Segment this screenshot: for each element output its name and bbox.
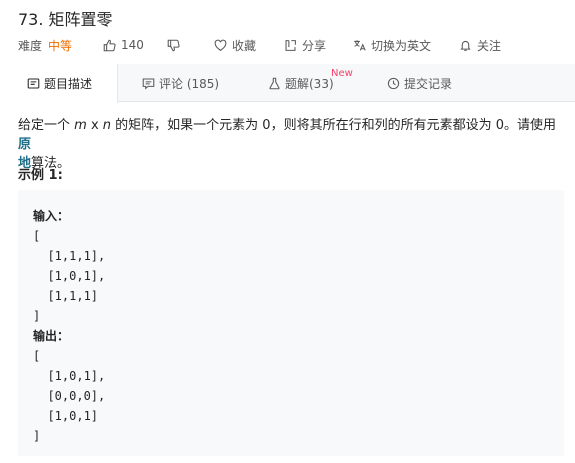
example-code-block: 输入： [ [1,1,1], [1,0,1], [1,1,1] ] 输出： [ … — [18, 190, 564, 456]
code-line: [ — [33, 229, 41, 243]
var-n: n — [102, 118, 112, 133]
tab-solutions-label: 题解(33) — [285, 76, 334, 91]
times-sign: x — [86, 118, 103, 133]
thumbs-down-icon — [166, 38, 180, 52]
tab-comments-label: 评论 (185) — [159, 76, 220, 91]
output-label: 输出： — [33, 329, 70, 343]
example-heading: 示例 1: — [18, 168, 63, 183]
tab-comments[interactable]: 评论 (185) — [141, 64, 219, 102]
flask-icon — [267, 76, 281, 90]
difficulty-value: 中等 — [48, 38, 73, 53]
share-button[interactable]: 分享 — [283, 36, 326, 54]
follow-label: 关注 — [477, 38, 502, 53]
new-badge: New — [331, 68, 353, 79]
in-place-link-part1[interactable]: 原 — [18, 137, 31, 152]
thumbs-up-icon — [102, 38, 116, 52]
code-line: [1,1,1], — [33, 249, 106, 263]
bell-icon — [458, 38, 472, 52]
tab-solutions[interactable]: 题解(33) — [267, 64, 334, 102]
code-line: [1,0,1], — [33, 269, 106, 283]
difficulty-label: 难度 — [18, 38, 43, 53]
code-line: [ — [33, 349, 41, 363]
switch-language-button[interactable]: 切换为英文 — [352, 36, 431, 54]
description-text-2: 的矩阵，如果一个元素为 0，则将其所在行和列的所有元素都设为 0。请使用 — [111, 118, 556, 133]
like-count: 140 — [121, 38, 144, 52]
favorite-button[interactable]: 收藏 — [213, 36, 256, 54]
code-line: [1,0,1] — [33, 409, 99, 423]
code-line: [1,0,1], — [33, 369, 106, 383]
switch-language-label: 切换为英文 — [371, 38, 432, 53]
like-button[interactable]: 140 — [102, 36, 144, 54]
problem-description: 给定一个 m x n 的矩阵，如果一个元素为 0，则将其所在行和列的所有元素都设… — [18, 116, 564, 173]
share-icon — [283, 38, 297, 52]
favorite-label: 收藏 — [232, 38, 257, 53]
difficulty: 难度 中等 — [18, 36, 72, 54]
tab-description[interactable]: 题目描述 — [0, 64, 118, 103]
clock-icon — [386, 76, 400, 90]
description-text: 给定一个 — [18, 118, 75, 133]
follow-button[interactable]: 关注 — [458, 36, 501, 54]
share-label: 分享 — [302, 38, 327, 53]
tab-submissions-label: 提交记录 — [404, 76, 453, 91]
code-line: ] — [33, 309, 41, 323]
tab-submissions[interactable]: 提交记录 — [386, 64, 452, 102]
heart-icon — [213, 38, 227, 52]
code-line: [0,0,0], — [33, 389, 106, 403]
comment-icon — [141, 76, 155, 90]
code-line: [1,1,1] — [33, 289, 99, 303]
var-m: m — [74, 118, 87, 133]
document-icon — [26, 77, 40, 91]
dislike-button[interactable] — [166, 36, 185, 54]
input-label: 输入： — [33, 209, 70, 223]
tab-bar: 题目描述 评论 (185) 题解(33) New 提交记录 — [0, 64, 575, 103]
translate-icon — [352, 38, 366, 52]
problem-title: 73. 矩阵置零 — [18, 10, 113, 29]
code-line: ] — [33, 429, 41, 443]
tab-description-label: 题目描述 — [44, 77, 93, 91]
